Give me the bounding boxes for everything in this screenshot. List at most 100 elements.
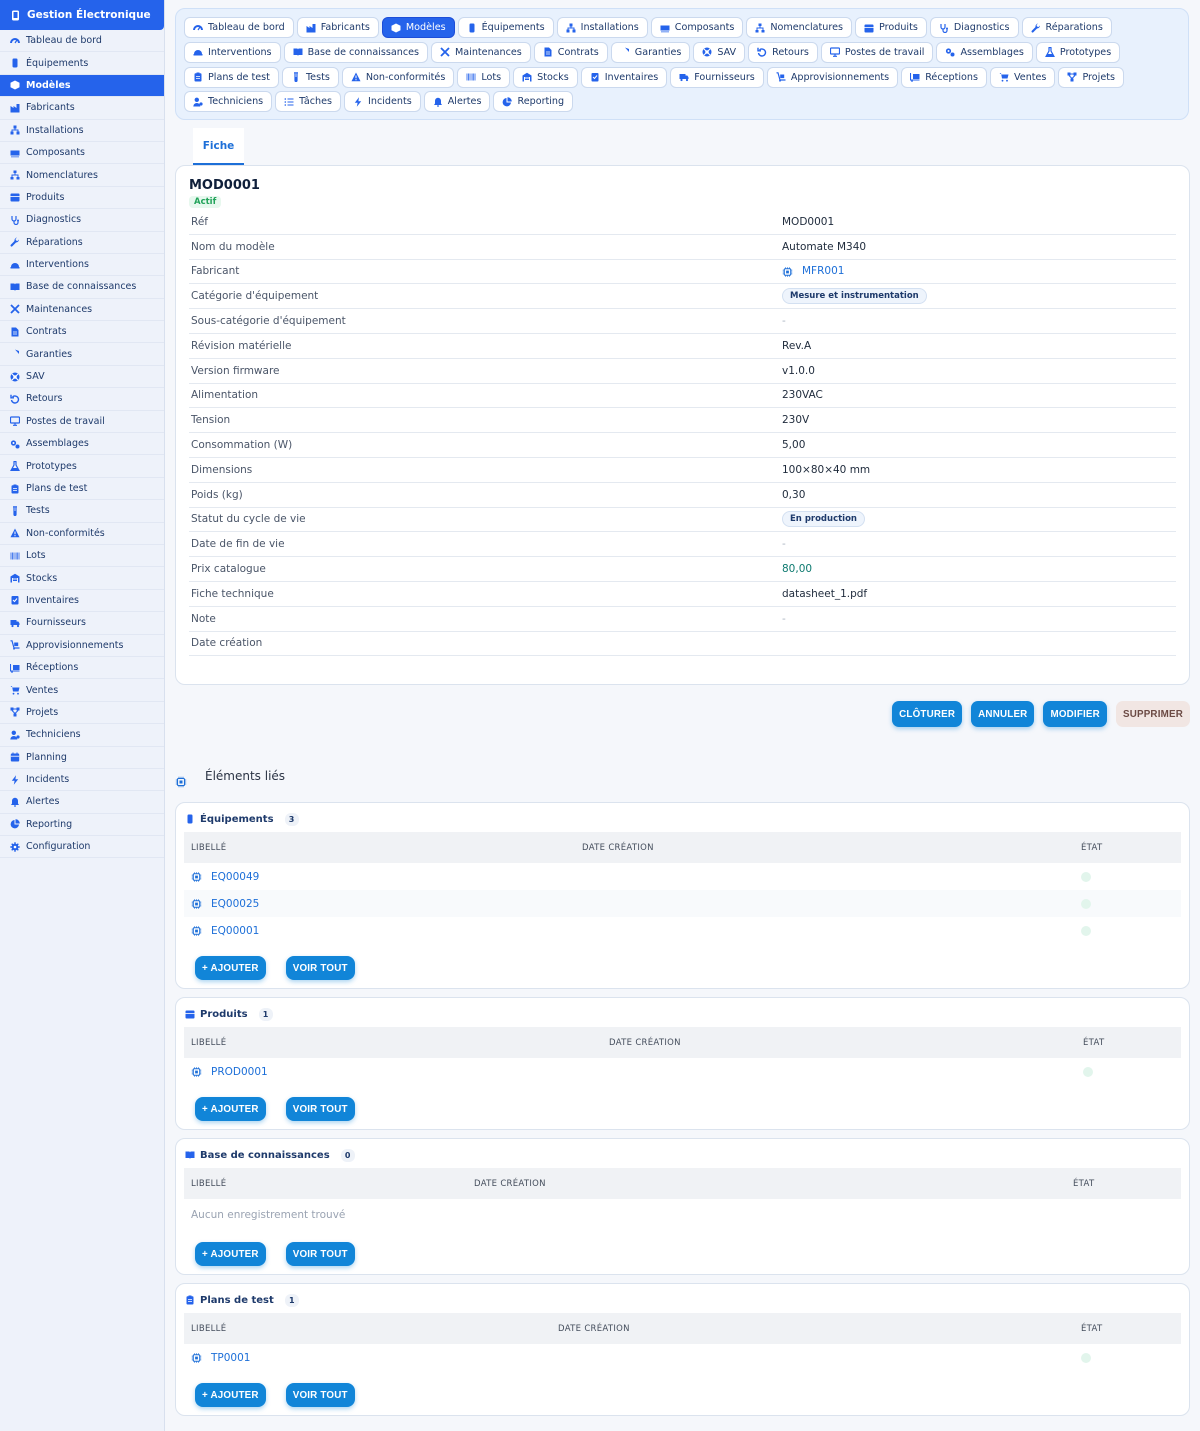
module-tab-18[interactable]: Assemblages bbox=[936, 41, 1033, 63]
sidebar-item-9[interactable]: Réparations bbox=[0, 232, 164, 254]
add-button[interactable]: + AJOUTER bbox=[195, 1097, 266, 1121]
sidebar-item-27[interactable]: Approvisionnements bbox=[0, 635, 164, 657]
row-label[interactable]: PROD0001 bbox=[184, 1066, 1083, 1078]
sidebar-item-20[interactable]: Plans de test bbox=[0, 478, 164, 501]
module-tab-27[interactable]: Approvisionnements bbox=[766, 66, 899, 88]
sidebar-item-32[interactable]: Planning bbox=[0, 747, 164, 769]
sidebar-item-16[interactable]: Retours bbox=[0, 388, 164, 411]
module-tab-28[interactable]: Réceptions bbox=[901, 66, 987, 88]
row-link[interactable]: EQ00049 bbox=[211, 871, 259, 883]
table-row[interactable]: EQ00049 bbox=[184, 863, 1181, 890]
sidebar-item-30[interactable]: Projets bbox=[0, 702, 164, 725]
sidebar-item-25[interactable]: Inventaires bbox=[0, 590, 164, 613]
sidebar-item-36[interactable]: Configuration bbox=[0, 836, 164, 859]
delete-button[interactable]: SUPPRIMER bbox=[1115, 701, 1190, 727]
sidebar-item-17[interactable]: Postes de travail bbox=[0, 411, 164, 434]
module-tab-12[interactable]: Maintenances bbox=[431, 41, 531, 63]
module-tab-1[interactable]: Fabricants bbox=[296, 17, 379, 38]
add-button[interactable]: + AJOUTER bbox=[195, 1242, 266, 1266]
module-tab-35[interactable]: Reporting bbox=[493, 91, 574, 113]
module-tab-0[interactable]: Tableau de bord bbox=[184, 17, 294, 38]
table-row[interactable]: EQ00025 bbox=[184, 890, 1181, 917]
module-tab-4[interactable]: Installations bbox=[556, 17, 648, 38]
view-all-button[interactable]: VOIR TOUT bbox=[285, 1242, 355, 1266]
module-tab-5[interactable]: Composants bbox=[650, 17, 744, 38]
sidebar-item-11[interactable]: Base de connaissances bbox=[0, 276, 164, 299]
module-tab-6[interactable]: Nomenclatures bbox=[746, 17, 853, 38]
field-value[interactable]: MFR001 bbox=[782, 265, 844, 277]
module-tab-25[interactable]: Inventaires bbox=[580, 66, 668, 88]
sidebar-item-23[interactable]: Lots bbox=[0, 545, 164, 568]
row-link[interactable]: PROD0001 bbox=[211, 1066, 268, 1078]
sidebar-item-28[interactable]: Réceptions bbox=[0, 657, 164, 680]
module-tab-29[interactable]: Ventes bbox=[989, 66, 1056, 88]
row-link[interactable]: EQ00001 bbox=[211, 925, 259, 937]
module-tab-23[interactable]: Lots bbox=[457, 66, 511, 88]
manufacturer-link[interactable]: MFR001 bbox=[802, 265, 844, 277]
sidebar-item-31[interactable]: Techniciens bbox=[0, 724, 164, 747]
module-tab-13[interactable]: Contrats bbox=[533, 41, 608, 63]
module-tab-10[interactable]: Interventions bbox=[184, 41, 281, 63]
sidebar-item-22[interactable]: Non-conformités bbox=[0, 523, 164, 545]
view-all-button[interactable]: VOIR TOUT bbox=[285, 956, 355, 980]
module-tab-31[interactable]: Techniciens bbox=[184, 91, 273, 113]
module-tab-21[interactable]: Tests bbox=[281, 66, 339, 88]
sidebar-item-2[interactable]: Modèles bbox=[0, 74, 164, 98]
sidebar-item-3[interactable]: Fabricants bbox=[0, 97, 164, 120]
sidebar-item-7[interactable]: Produits bbox=[0, 187, 164, 210]
module-tab-2[interactable]: Modèles bbox=[381, 17, 455, 38]
module-tab-16[interactable]: Retours bbox=[748, 41, 818, 63]
module-tab-15[interactable]: SAV bbox=[693, 41, 746, 63]
sidebar-item-24[interactable]: Stocks bbox=[0, 567, 164, 590]
row-link[interactable]: TP0001 bbox=[211, 1352, 250, 1364]
module-tab-33[interactable]: Incidents bbox=[344, 91, 421, 113]
module-tab-8[interactable]: Diagnostics bbox=[929, 17, 1019, 38]
sidebar-item-26[interactable]: Fournisseurs bbox=[0, 612, 164, 635]
sidebar-item-13[interactable]: Contrats bbox=[0, 321, 164, 344]
sidebar-item-14[interactable]: Garanties bbox=[0, 343, 164, 366]
sidebar-item-5[interactable]: Composants bbox=[0, 142, 164, 165]
row-label[interactable]: EQ00025 bbox=[184, 898, 1081, 910]
row-label[interactable]: TP0001 bbox=[184, 1352, 1081, 1364]
app-brand[interactable]: Gestion Électronique bbox=[0, 0, 164, 30]
sidebar-item-15[interactable]: SAV bbox=[0, 366, 164, 389]
sidebar-item-19[interactable]: Prototypes bbox=[0, 455, 164, 478]
module-tab-14[interactable]: Garanties bbox=[610, 41, 691, 63]
sidebar-item-8[interactable]: Diagnostics bbox=[0, 209, 164, 232]
module-tab-11[interactable]: Base de connaissances bbox=[283, 41, 428, 63]
view-all-button[interactable]: VOIR TOUT bbox=[285, 1383, 355, 1407]
add-button[interactable]: + AJOUTER bbox=[195, 956, 266, 980]
sidebar-item-12[interactable]: Maintenances bbox=[0, 299, 164, 322]
table-row[interactable]: EQ00001 bbox=[184, 917, 1181, 944]
sidebar-item-6[interactable]: Nomenclatures bbox=[0, 164, 164, 187]
module-tab-20[interactable]: Plans de test bbox=[184, 66, 279, 88]
module-tab-34[interactable]: Alertes bbox=[423, 91, 491, 113]
module-tab-30[interactable]: Projets bbox=[1058, 66, 1124, 88]
table-row[interactable]: TP0001 bbox=[184, 1344, 1181, 1371]
module-tab-9[interactable]: Réparations bbox=[1021, 17, 1112, 38]
edit-button[interactable]: MODIFIER bbox=[1043, 701, 1107, 727]
module-tab-3[interactable]: Équipements bbox=[457, 17, 554, 38]
cancel-button[interactable]: ANNULER bbox=[971, 701, 1035, 727]
module-tab-26[interactable]: Fournisseurs bbox=[670, 66, 764, 88]
module-tab-22[interactable]: Non-conformités bbox=[341, 66, 455, 88]
sidebar-item-35[interactable]: Reporting bbox=[0, 814, 164, 837]
sidebar-item-18[interactable]: Assemblages bbox=[0, 433, 164, 456]
module-tab-32[interactable]: Tâches bbox=[275, 91, 342, 113]
row-link[interactable]: EQ00025 bbox=[211, 898, 259, 910]
sidebar-item-34[interactable]: Alertes bbox=[0, 791, 164, 814]
sidebar-item-21[interactable]: Tests bbox=[0, 500, 164, 523]
module-tab-17[interactable]: Postes de travail bbox=[820, 41, 934, 63]
sidebar-item-10[interactable]: Interventions bbox=[0, 254, 164, 277]
module-tab-24[interactable]: Stocks bbox=[513, 66, 578, 88]
sidebar-item-0[interactable]: Tableau de bord bbox=[0, 30, 164, 53]
module-tab-7[interactable]: Produits bbox=[855, 17, 927, 38]
close-record-button[interactable]: CLÔTURER bbox=[892, 701, 963, 727]
add-button[interactable]: + AJOUTER bbox=[195, 1383, 266, 1407]
view-all-button[interactable]: VOIR TOUT bbox=[285, 1097, 355, 1121]
table-row[interactable]: PROD0001 bbox=[184, 1058, 1181, 1085]
sidebar-item-33[interactable]: Incidents bbox=[0, 769, 164, 792]
row-label[interactable]: EQ00001 bbox=[184, 925, 1081, 937]
sidebar-item-1[interactable]: Équipements bbox=[0, 52, 164, 75]
module-tab-19[interactable]: Prototypes bbox=[1035, 41, 1121, 63]
